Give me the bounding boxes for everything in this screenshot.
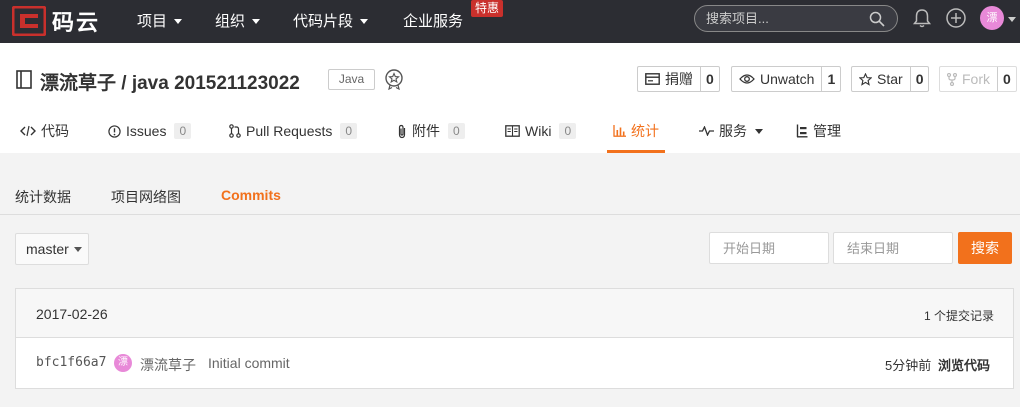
branch-select[interactable]: master xyxy=(15,233,89,265)
commit-time: 5分钟前 xyxy=(885,358,932,373)
search-icon[interactable] xyxy=(869,11,885,27)
chevron-down-icon xyxy=(252,19,261,24)
tab-count: 0 xyxy=(340,123,358,139)
chevron-down-icon xyxy=(360,19,369,24)
tab-label: 管理 xyxy=(813,123,841,139)
donate-count: 0 xyxy=(700,67,719,91)
fork-icon xyxy=(947,72,957,86)
tab-count: 0 xyxy=(448,123,465,139)
tab-count: 0 xyxy=(559,123,577,139)
tab-pull-requests[interactable]: Pull Requests 0 xyxy=(229,109,358,153)
search-input[interactable] xyxy=(695,6,863,31)
paperclip-icon xyxy=(398,124,406,138)
tab-count: 0 xyxy=(174,123,192,139)
search-box xyxy=(694,5,898,32)
commit-count: 1 个提交记录 xyxy=(923,309,994,323)
commit-date: 2017-02-26 xyxy=(36,306,108,322)
subnav-network-graph[interactable]: 项目网络图 xyxy=(111,187,181,207)
tab-code[interactable]: 代码 xyxy=(20,109,69,153)
tab-label: 代码 xyxy=(41,123,69,139)
tab-issues[interactable]: Issues 0 xyxy=(108,109,192,153)
unwatch-button[interactable]: Unwatch 1 xyxy=(731,66,842,92)
language-tag[interactable]: Java xyxy=(328,69,375,90)
tab-statistics[interactable]: 统计 xyxy=(613,109,659,153)
statistics-subnav: 统计数据 项目网络图 Commits xyxy=(0,153,1020,215)
watch-count: 1 xyxy=(821,67,840,91)
tab-label: 统计 xyxy=(631,123,659,139)
commit-message[interactable]: Initial commit xyxy=(208,355,290,371)
star-button[interactable]: Star 0 xyxy=(851,66,930,92)
avatar[interactable]: 漂 xyxy=(114,354,132,372)
donate-button-label: 捐赠 xyxy=(638,67,700,91)
bell-icon[interactable] xyxy=(911,7,933,29)
tab-label: Issues xyxy=(126,123,167,139)
commit-sha[interactable]: bfc1f66a7 xyxy=(36,355,106,370)
pulse-icon xyxy=(699,126,714,136)
logo-text: 码云 xyxy=(52,11,101,36)
subnav-commits[interactable]: Commits xyxy=(221,187,281,203)
chevron-down-icon xyxy=(174,19,183,24)
pull-request-icon xyxy=(229,124,241,138)
tab-label: Pull Requests xyxy=(246,123,333,139)
commits-panel: 2017-02-26 1 个提交记录 bfc1f66a7 漂 漂流草子 Init… xyxy=(15,288,1014,389)
star-label: Star xyxy=(877,71,903,87)
project-header: 漂流草子 / java 201521123022 Java 捐赠 0 Unwat… xyxy=(0,43,1020,153)
tab-label: Wiki xyxy=(525,123,552,139)
donate-label: 捐赠 xyxy=(665,71,693,87)
tab-settings[interactable]: 管理 xyxy=(796,109,841,153)
chevron-down-icon xyxy=(755,128,763,134)
eye-icon xyxy=(739,74,755,84)
plus-circle-icon[interactable] xyxy=(945,7,967,29)
settings-icon xyxy=(796,124,808,138)
nav-item-enterprise[interactable]: 企业服务 xyxy=(403,0,463,43)
logo-icon xyxy=(12,6,46,36)
book-icon xyxy=(505,125,520,137)
branch-name: master xyxy=(26,241,69,257)
chevron-down-icon xyxy=(73,246,82,252)
promo-badge: 特惠 xyxy=(471,0,504,17)
page-title[interactable]: 漂流草子 / java 201521123022 xyxy=(40,68,300,95)
chevron-down-icon[interactable] xyxy=(1008,17,1016,22)
star-icon xyxy=(859,72,872,86)
tab-attachments[interactable]: 附件 0 xyxy=(397,109,465,153)
commit-author[interactable]: 漂流草子 xyxy=(140,355,196,375)
repo-icon xyxy=(16,70,32,89)
table-row: bfc1f66a7 漂 漂流草子 Initial commit 5分钟前 浏览代… xyxy=(16,339,1013,388)
start-date-input[interactable] xyxy=(709,232,829,264)
nav-item-label: 项目 xyxy=(137,12,168,30)
info-icon xyxy=(108,124,121,138)
donate-button[interactable]: 捐赠 0 xyxy=(637,66,720,92)
logo[interactable]: 码云 xyxy=(12,5,100,37)
bar-chart-icon xyxy=(613,125,626,137)
nav-item-snippets[interactable]: 代码片段 xyxy=(293,0,369,43)
tab-wiki[interactable]: Wiki 0 xyxy=(505,109,577,153)
fork-button-label: Fork xyxy=(940,67,997,91)
medal-icon xyxy=(385,69,403,90)
nav-item-projects[interactable]: 项目 xyxy=(137,0,183,43)
unwatch-button-label: Unwatch xyxy=(732,67,821,91)
top-navbar: 码云 项目 组织 代码片段 企业服务 特惠 漂 xyxy=(0,0,1020,43)
code-icon xyxy=(20,125,36,137)
commits-day-header: 2017-02-26 1 个提交记录 xyxy=(16,289,1013,338)
nav-item-label: 代码片段 xyxy=(293,12,354,30)
tab-label: 服务 xyxy=(719,123,747,139)
fork-count: 0 xyxy=(997,67,1016,91)
avatar[interactable]: 漂 xyxy=(980,6,1004,30)
tab-services[interactable]: 服务 xyxy=(699,109,763,153)
star-count: 0 xyxy=(909,67,929,91)
nav-item-label: 组织 xyxy=(215,12,246,30)
browse-code-link[interactable]: 浏览代码 xyxy=(938,355,990,374)
fork-button[interactable]: Fork 0 xyxy=(939,66,1017,92)
subnav-stats-data[interactable]: 统计数据 xyxy=(15,187,71,207)
end-date-input[interactable] xyxy=(833,232,953,264)
search-button[interactable]: 搜索 xyxy=(958,232,1012,264)
nav-item-organizations[interactable]: 组织 xyxy=(215,0,261,43)
unwatch-label: Unwatch xyxy=(760,71,815,87)
fork-label: Fork xyxy=(962,71,990,87)
tab-label: 附件 xyxy=(412,123,440,139)
star-button-label: Star xyxy=(852,67,910,91)
nav-item-label: 企业服务 xyxy=(403,12,464,30)
project-tabs: 代码 Issues 0 Pull Requests 0 附件 0 Wiki 0 … xyxy=(0,109,1020,153)
donate-icon xyxy=(645,73,660,85)
